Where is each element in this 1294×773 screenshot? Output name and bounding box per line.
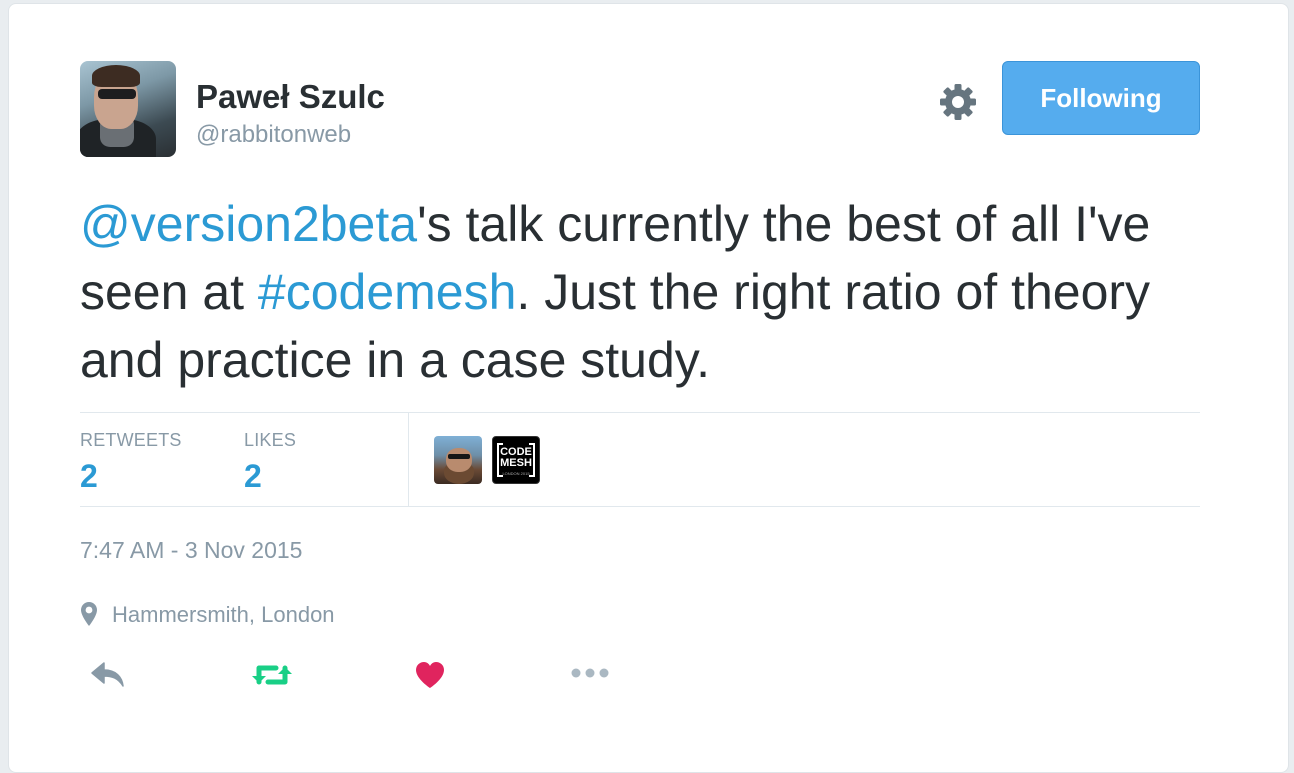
likes-label[interactable]: LIKES (244, 430, 296, 451)
hashtag-link[interactable]: #codemesh (258, 264, 517, 320)
stats-vertical-divider (408, 412, 409, 506)
stats-bottom-divider (80, 506, 1200, 507)
retweets-count[interactable]: 2 (80, 458, 98, 495)
likes-count[interactable]: 2 (244, 458, 262, 495)
following-button[interactable]: Following (1002, 61, 1200, 135)
gear-icon[interactable] (938, 82, 978, 122)
liker-avatar[interactable] (434, 436, 482, 484)
tweet-timestamp[interactable]: 7:47 AM - 3 Nov 2015 (80, 537, 302, 564)
liker-avatar-glasses (448, 454, 470, 459)
user-display-name[interactable]: Paweł Szulc (196, 78, 385, 116)
stats-top-divider (80, 412, 1200, 413)
liker-avatar-face (446, 448, 472, 472)
codemesh-logo-line3: LONDON 2015 (502, 471, 530, 476)
tweet-text: @version2beta's talk currently the best … (80, 190, 1200, 394)
avatar-hair (92, 65, 140, 87)
more-icon[interactable] (570, 666, 610, 680)
user-avatar[interactable] (80, 61, 176, 157)
codemesh-liker-avatar[interactable]: CODE MESH LONDON 2015 (492, 436, 540, 484)
retweets-label[interactable]: RETWEETS (80, 430, 182, 451)
reply-icon[interactable] (90, 660, 126, 688)
mention-link[interactable]: @version2beta (80, 196, 417, 252)
retweet-icon[interactable] (250, 662, 294, 688)
codemesh-logo-line2: MESH (500, 457, 532, 469)
map-pin-icon (81, 602, 97, 626)
avatar-glasses (98, 89, 136, 99)
user-screen-name[interactable]: @rabbitonweb (196, 121, 351, 149)
heart-icon[interactable] (414, 660, 446, 690)
tweet-location[interactable]: Hammersmith, London (112, 602, 335, 628)
